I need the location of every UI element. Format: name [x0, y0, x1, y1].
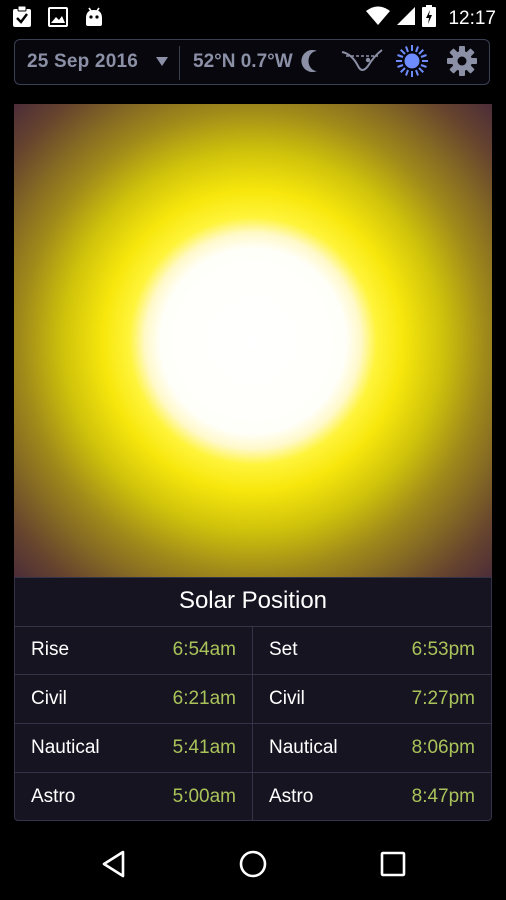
cell-value: 8:06pm	[411, 737, 475, 758]
solar-position-table: Solar Position Rise 6:54am Set 6:53pm Ci…	[14, 577, 492, 821]
cell-value: 5:00am	[172, 786, 236, 807]
table-row: Civil 6:21am Civil 7:27pm	[15, 675, 491, 724]
cell-label: Civil	[31, 688, 67, 709]
navigation-bar	[0, 830, 506, 900]
cell-label: Astro	[31, 786, 76, 807]
dropdown-arrow-icon[interactable]	[156, 54, 168, 72]
table-cell: Nautical 5:41am	[15, 724, 253, 772]
cell-label: Civil	[269, 688, 305, 709]
table-cell: Astro 8:47pm	[253, 773, 491, 821]
cell-value: 6:53pm	[411, 639, 475, 660]
moon-button[interactable]	[295, 44, 333, 82]
wifi-icon	[366, 6, 391, 31]
sun-visual	[14, 104, 492, 578]
cell-label: Astro	[269, 786, 314, 807]
date-selector[interactable]: 25 Sep 2016	[27, 51, 138, 73]
cell-value: 6:21am	[172, 688, 236, 709]
table-row: Nautical 5:41am Nautical 8:06pm	[15, 724, 491, 773]
cell-value: 7:27pm	[411, 688, 475, 709]
home-button[interactable]	[231, 846, 275, 886]
table-cell: Nautical 8:06pm	[253, 724, 491, 772]
table-row: Astro 5:00am Astro 8:47pm	[15, 773, 491, 822]
back-button[interactable]	[92, 846, 136, 886]
signal-icon	[396, 6, 416, 31]
clipboard-check-icon	[10, 6, 34, 28]
cell-value: 5:41am	[172, 737, 236, 758]
settings-button[interactable]	[443, 44, 481, 82]
cell-label: Nautical	[31, 737, 100, 758]
android-icon	[82, 6, 106, 28]
cell-value: 8:47pm	[411, 786, 475, 807]
top-toolbar: 25 Sep 2016 52°N 0.7°W	[14, 39, 490, 85]
cell-value: 6:54am	[172, 639, 236, 660]
sun-button[interactable]	[393, 44, 431, 82]
moon-icon	[301, 48, 327, 79]
table-cell: Set 6:53pm	[253, 626, 491, 674]
sun-icon	[395, 44, 429, 83]
image-icon	[46, 6, 70, 28]
battery-charging-icon	[422, 5, 437, 32]
clock-time: 12:17	[448, 7, 496, 29]
table-cell: Astro 5:00am	[15, 773, 253, 821]
toolbar-divider	[179, 46, 180, 80]
status-bar: 12:17	[0, 0, 506, 34]
back-icon	[101, 850, 127, 883]
table-row: Rise 6:54am Set 6:53pm	[15, 626, 491, 675]
tides-icon	[340, 46, 384, 81]
cell-label: Nautical	[269, 737, 338, 758]
table-cell: Rise 6:54am	[15, 626, 253, 674]
table-title: Solar Position	[15, 578, 491, 627]
settings-gear-icon	[446, 45, 478, 82]
table-cell: Civil 7:27pm	[253, 675, 491, 723]
home-icon	[238, 849, 268, 884]
cell-label: Rise	[31, 639, 70, 660]
table-cell: Civil 6:21am	[15, 675, 253, 723]
tides-button[interactable]	[339, 44, 385, 82]
recents-button[interactable]	[371, 846, 415, 886]
recents-icon	[380, 851, 406, 882]
location-coordinates[interactable]: 52°N 0.7°W	[193, 51, 293, 73]
cell-label: Set	[269, 639, 298, 660]
